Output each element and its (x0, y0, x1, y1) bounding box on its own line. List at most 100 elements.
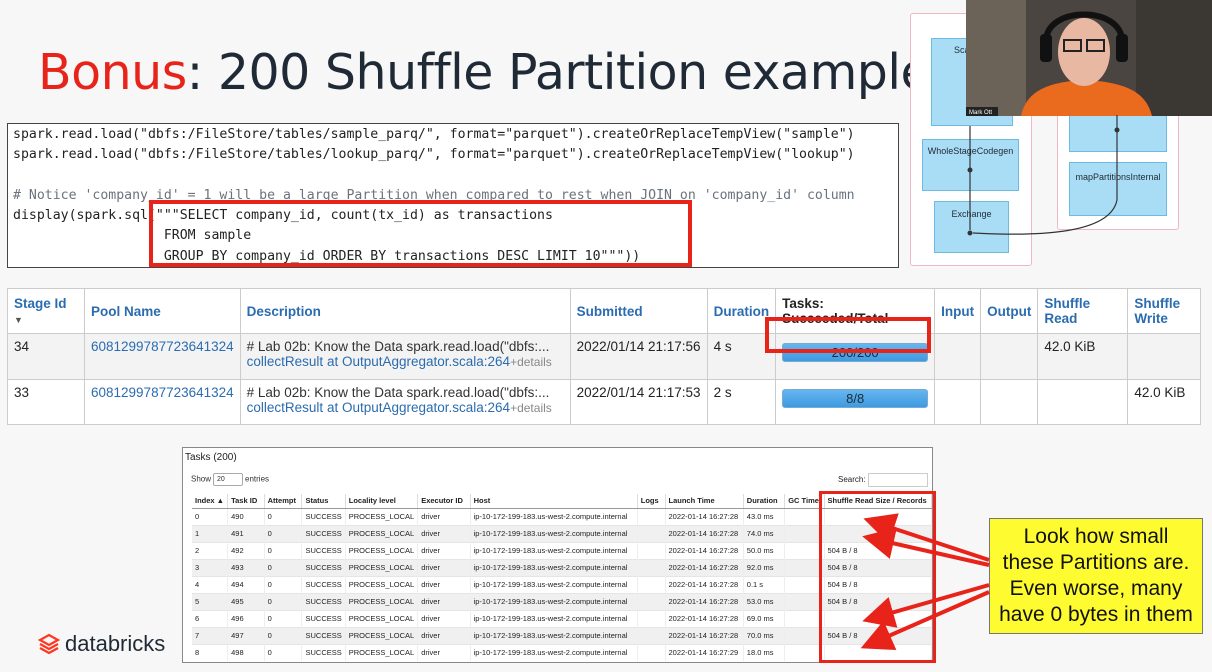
task-cell: 2022-01-14 16:27:28 (665, 541, 744, 559)
task-cell: SUCCESS (301, 592, 346, 610)
col-output[interactable]: Output (980, 288, 1039, 334)
task-col-header[interactable]: Logs (637, 494, 666, 509)
stage-row-34: 34 6081299787723641324 # Lab 02b: Know t… (7, 333, 1201, 380)
task-col-header[interactable]: Task ID (227, 494, 265, 509)
webcam-name: Mark Ott (969, 110, 992, 116)
task-cell: 0 (264, 558, 303, 576)
task-cell: 3 (192, 558, 229, 576)
page-size-control: Show 20 entries (191, 473, 269, 486)
task-cell: SUCCESS (301, 609, 346, 627)
task-col-header[interactable]: Launch Time (665, 494, 744, 509)
task-cell: ip-10-172-199-183.us-west-2.compute.inte… (470, 626, 638, 644)
details-toggle[interactable]: +details (510, 401, 552, 415)
task-cell: 69.0 ms (743, 609, 786, 627)
task-cell: 70.0 ms (743, 626, 786, 644)
task-cell: 0 (264, 507, 303, 525)
tasks-progress-bar: 8/8 (782, 388, 929, 408)
details-toggle[interactable]: +details (510, 355, 552, 369)
task-cell: 496 (227, 609, 265, 627)
task-cell: 2022-01-14 16:27:28 (665, 558, 744, 576)
code-line: spark.read.load("dbfs:/FileStore/tables/… (13, 127, 855, 142)
stage-description-link[interactable]: collectResult at OutputAggregator.scala:… (247, 354, 510, 369)
col-input[interactable]: Input (934, 288, 982, 334)
task-col-header[interactable]: Index ▲ (192, 494, 229, 509)
stages-table: Stage Id ▼ Pool Name Description Submitt… (7, 288, 1201, 425)
task-col-header[interactable]: Status (301, 494, 346, 509)
search-input[interactable] (867, 473, 928, 487)
task-cell: driver (417, 592, 471, 610)
presenter-image: Mark Ott (966, 0, 1212, 116)
task-cell: driver (417, 643, 471, 661)
search-control: Search: (838, 473, 928, 487)
task-cell: 0 (264, 643, 303, 661)
task-cell: ip-10-172-199-183.us-west-2.compute.inte… (470, 524, 638, 542)
col-description[interactable]: Description (239, 288, 571, 334)
col-submitted[interactable]: Submitted (569, 288, 708, 334)
databricks-logo: databricks (38, 631, 165, 657)
task-cell: SUCCESS (301, 524, 346, 542)
task-cell: 492 (227, 541, 265, 559)
task-col-header[interactable]: Locality level (345, 494, 419, 509)
task-cell: SUCCESS (301, 541, 346, 559)
stage-row-33: 33 6081299787723641324 # Lab 02b: Know t… (7, 378, 1201, 425)
task-cell: PROCESS_LOCAL (345, 524, 419, 542)
brand-name: databricks (65, 631, 166, 656)
task-cell: PROCESS_LOCAL (345, 541, 419, 559)
task-col-header[interactable]: Duration (743, 494, 786, 509)
dag-node-exchange[interactable]: Exchange (934, 201, 1009, 253)
task-cell: 497 (227, 626, 265, 644)
dag-node-top-right[interactable] (1069, 110, 1167, 152)
code-line: ​ (13, 166, 898, 186)
page-size-select[interactable]: 20 (213, 473, 244, 486)
task-cell (637, 643, 666, 661)
task-cell (637, 541, 666, 559)
task-cell: 1 (192, 524, 229, 542)
slide-title: Bonus: 200 Shuffle Partition example (38, 44, 931, 101)
task-cell: 490 (227, 507, 265, 525)
pool-link[interactable]: 6081299787723641324 (91, 339, 234, 354)
task-cell: 5 (192, 592, 229, 610)
databricks-logo-icon (38, 633, 60, 655)
stage-description-link[interactable]: collectResult at OutputAggregator.scala:… (247, 400, 510, 415)
pool-link[interactable]: 6081299787723641324 (91, 385, 234, 400)
task-cell: SUCCESS (301, 558, 346, 576)
sql-highlight-box (149, 200, 692, 267)
task-cell (637, 609, 666, 627)
task-cell: 2022-01-14 16:27:28 (665, 609, 744, 627)
task-cell: 4 (192, 575, 229, 593)
task-cell (637, 558, 666, 576)
task-cell: 0 (264, 541, 303, 559)
task-cell: 0 (264, 575, 303, 593)
task-cell: 53.0 ms (743, 592, 786, 610)
task-cell: ip-10-172-199-183.us-west-2.compute.inte… (470, 592, 638, 610)
task-cell: ip-10-172-199-183.us-west-2.compute.inte… (470, 609, 638, 627)
code-line: spark.read.load("dbfs:/FileStore/tables/… (13, 147, 855, 163)
col-shuffle-write[interactable]: Shuffle Write (1127, 288, 1201, 334)
col-stage-id[interactable]: Stage Id ▼ (7, 288, 85, 334)
col-shuffle-read[interactable]: Shuffle Read (1037, 288, 1129, 334)
dag-node-map-partitions[interactable]: mapPartitionsInternal (1069, 162, 1167, 216)
task-col-header[interactable]: Host (470, 494, 638, 509)
task-cell: PROCESS_LOCAL (345, 626, 419, 644)
task-col-header[interactable]: Executor ID (417, 494, 471, 509)
dag-node-wholestagecodegen[interactable]: WholeStageCodegen (922, 139, 1019, 191)
task-cell: ip-10-172-199-183.us-west-2.compute.inte… (470, 643, 638, 661)
task-cell: PROCESS_LOCAL (345, 558, 419, 576)
task-cell: 491 (227, 524, 265, 542)
task-cell: driver (417, 541, 471, 559)
task-cell: 0 (264, 524, 303, 542)
task-cell: PROCESS_LOCAL (345, 643, 419, 661)
tasks-highlight-box (765, 317, 931, 353)
task-cell: 2022-01-14 16:27:28 (665, 507, 744, 525)
task-col-header[interactable]: Attempt (264, 494, 303, 509)
task-cell: SUCCESS (301, 575, 346, 593)
task-cell: driver (417, 609, 471, 627)
col-pool-name[interactable]: Pool Name (84, 288, 241, 334)
task-cell: SUCCESS (301, 626, 346, 644)
task-cell: 92.0 ms (743, 558, 786, 576)
task-cell: 74.0 ms (743, 524, 786, 542)
task-cell: 0 (264, 592, 303, 610)
task-cell: 7 (192, 626, 229, 644)
task-cell: driver (417, 558, 471, 576)
task-cell: SUCCESS (301, 507, 346, 525)
